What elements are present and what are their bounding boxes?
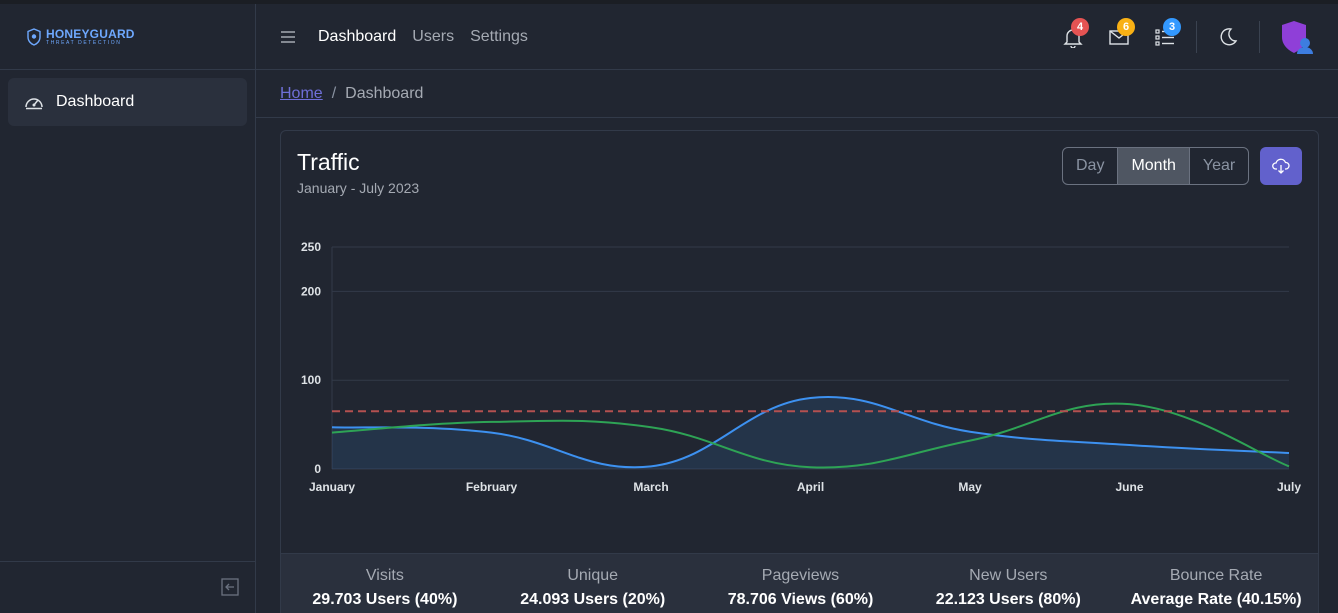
cloud-download-icon [1272, 158, 1290, 174]
messages-button[interactable]: 6 [1108, 18, 1135, 48]
collapse-left-icon[interactable] [221, 578, 239, 596]
y-tick-label: 0 [314, 462, 321, 476]
header-nav-settings[interactable]: Settings [470, 28, 528, 46]
sidebar-footer [0, 561, 255, 613]
brand[interactable]: HONEYGUARD THREAT DETECTION [0, 4, 255, 70]
stat-label: Bounce Rate [1169, 567, 1263, 584]
x-tick-label: July [1277, 480, 1301, 494]
stat-new-users: New Users 22.123 Users (80%) [904, 554, 1112, 613]
brand-name: HONEYGUARD [46, 26, 135, 41]
stat-label: Visits [365, 567, 404, 584]
series-area-0 [332, 396, 1289, 469]
header-divider [1259, 21, 1260, 53]
header-nav-users[interactable]: Users [412, 28, 454, 46]
notifications-button[interactable]: 4 [1062, 18, 1089, 49]
stat-value: Average Rate (40.15%) [1130, 591, 1302, 608]
stat-bounce-rate: Bounce Rate Average Rate (40.15%) [1112, 554, 1318, 613]
moon-icon [1220, 28, 1238, 46]
stat-pageviews: Pageviews 78.706 Views (60%) [697, 554, 905, 613]
stat-label: Pageviews [761, 567, 840, 584]
header: Dashboard Users Settings 4 6 3 [256, 4, 1338, 70]
header-nav-dashboard[interactable]: Dashboard [318, 28, 396, 46]
notifications-badge: 4 [1071, 18, 1089, 36]
y-tick-label: 100 [301, 373, 321, 387]
range-year-button[interactable]: Year [1190, 148, 1248, 184]
sidebar-nav: Dashboard [0, 70, 255, 134]
sidebar: HONEYGUARD THREAT DETECTION Dashboard [0, 4, 256, 613]
breadcrumb-home-link[interactable]: Home [280, 85, 323, 103]
x-tick-label: January [309, 480, 355, 494]
messages-badge: 6 [1117, 18, 1135, 36]
avatar[interactable] [1278, 19, 1314, 55]
x-tick-label: April [797, 480, 824, 494]
header-actions: 4 6 3 [1050, 4, 1314, 70]
stat-value: 78.706 Views (60%) [727, 591, 874, 608]
download-button[interactable] [1260, 147, 1302, 185]
brand-tagline: THREAT DETECTION [46, 39, 122, 46]
header-divider [1196, 21, 1197, 53]
brand-logo[interactable]: HONEYGUARD THREAT DETECTION [27, 28, 135, 46]
hamburger-menu-icon[interactable] [280, 29, 296, 45]
speedometer-icon [25, 98, 43, 110]
x-tick-label: March [633, 480, 668, 494]
range-day-button[interactable]: Day [1063, 148, 1119, 184]
stat-visits: Visits 29.703 Users (40%) [281, 554, 489, 613]
tasks-badge: 3 [1163, 18, 1181, 36]
stat-value: 22.123 Users (80%) [935, 591, 1081, 608]
tasks-button[interactable]: 3 [1154, 18, 1181, 48]
x-tick-label: May [958, 480, 982, 494]
traffic-subtitle: January - July 2023 [297, 180, 420, 196]
stat-label: Unique [567, 567, 619, 584]
stat-label: New Users [969, 567, 1048, 584]
range-month-button[interactable]: Month [1118, 148, 1190, 184]
stat-unique: Unique 24.093 Users (20%) [489, 554, 697, 613]
y-tick-label: 250 [301, 240, 321, 254]
shield-logo-icon [27, 27, 41, 46]
breadcrumb: Home / Dashboard [256, 70, 1338, 118]
x-tick-label: February [466, 480, 518, 494]
range-button-group: Day Month Year [1062, 147, 1250, 185]
theme-toggle-button[interactable] [1217, 26, 1239, 48]
app-root: HONEYGUARD THREAT DETECTION Dashboard Da… [0, 0, 1338, 613]
traffic-title: Traffic [297, 149, 360, 175]
sidebar-item-label: Dashboard [56, 93, 135, 110]
x-tick-label: June [1115, 480, 1143, 494]
breadcrumb-separator: / [331, 84, 337, 102]
breadcrumb-current: Dashboard [345, 84, 424, 102]
traffic-chart: 0 100 200 250 January February March April May Ju… [301, 240, 1301, 494]
y-tick-label: 200 [301, 284, 321, 298]
header-nav: Dashboard Users Settings [318, 28, 528, 46]
traffic-card: Traffic January - July 2023 Day Month Ye… [280, 130, 1319, 613]
stat-value: 24.093 Users (20%) [520, 591, 666, 608]
sidebar-item-dashboard[interactable]: Dashboard [8, 78, 247, 126]
stats-footer: Visits 29.703 Users (40%) Unique 24.093 … [281, 553, 1318, 613]
stat-value: 29.703 Users (40%) [312, 591, 458, 608]
